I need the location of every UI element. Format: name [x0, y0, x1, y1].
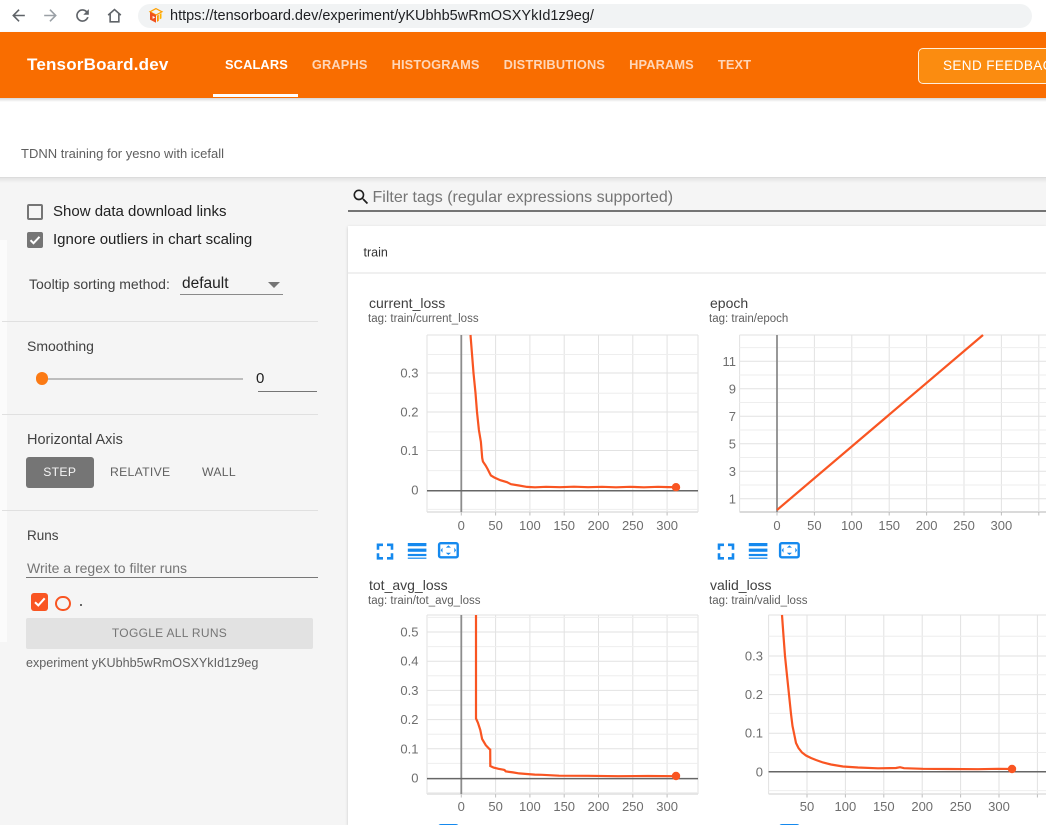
- svg-text:100: 100: [841, 518, 863, 533]
- svg-text:11: 11: [723, 354, 737, 369]
- svg-text:150: 150: [873, 799, 895, 814]
- svg-text:300: 300: [656, 799, 678, 814]
- svg-text:150: 150: [878, 518, 900, 533]
- svg-text:0: 0: [411, 483, 418, 498]
- svg-text:tag: train/epoch: tag: train/epoch: [709, 313, 788, 325]
- svg-text:150: 150: [553, 518, 575, 533]
- svg-text:0.5: 0.5: [400, 625, 418, 640]
- svg-text:200: 200: [916, 518, 938, 533]
- svg-text:0.1: 0.1: [400, 443, 418, 458]
- svg-text:50: 50: [488, 799, 502, 814]
- svg-text:100: 100: [519, 799, 541, 814]
- svg-text:100: 100: [835, 799, 857, 814]
- svg-text:tag: train/tot_avg_loss: tag: train/tot_avg_loss: [368, 595, 481, 607]
- svg-text:250: 250: [622, 518, 644, 533]
- svg-text:tag: train/valid_loss: tag: train/valid_loss: [709, 595, 808, 607]
- svg-text:tag: train/current_loss: tag: train/current_loss: [368, 313, 479, 325]
- svg-text:0.3: 0.3: [400, 683, 418, 698]
- svg-text:100: 100: [519, 518, 541, 533]
- svg-text:0.4: 0.4: [400, 654, 418, 669]
- svg-text:150: 150: [553, 799, 575, 814]
- svg-text:200: 200: [588, 518, 610, 533]
- svg-text:300: 300: [991, 518, 1013, 533]
- svg-text:7: 7: [729, 409, 736, 424]
- svg-text:50: 50: [800, 799, 814, 814]
- svg-text:3: 3: [729, 464, 736, 479]
- svg-text:50: 50: [807, 518, 821, 533]
- svg-text:tot_avg_loss: tot_avg_loss: [369, 577, 448, 593]
- svg-text:9: 9: [729, 381, 736, 396]
- svg-text:0.2: 0.2: [400, 405, 418, 420]
- svg-text:0: 0: [411, 771, 418, 786]
- svg-text:250: 250: [953, 518, 975, 533]
- svg-text:0.2: 0.2: [745, 687, 763, 702]
- svg-text:250: 250: [950, 799, 972, 814]
- svg-text:epoch: epoch: [710, 295, 748, 311]
- svg-text:250: 250: [622, 799, 644, 814]
- svg-text:0.1: 0.1: [745, 726, 763, 741]
- svg-text:50: 50: [488, 518, 502, 533]
- svg-text:0: 0: [773, 518, 780, 533]
- svg-text:current_loss: current_loss: [369, 295, 445, 311]
- svg-text:0.3: 0.3: [745, 649, 763, 664]
- svg-text:5: 5: [729, 436, 736, 451]
- svg-text:300: 300: [988, 799, 1010, 814]
- svg-text:0: 0: [458, 799, 465, 814]
- svg-text:200: 200: [588, 799, 610, 814]
- svg-text:valid_loss: valid_loss: [710, 577, 771, 593]
- svg-text:0: 0: [756, 764, 763, 779]
- svg-text:train: train: [364, 246, 388, 260]
- svg-text:1: 1: [729, 491, 736, 506]
- svg-text:0.3: 0.3: [400, 366, 418, 381]
- svg-text:0.1: 0.1: [400, 741, 418, 756]
- svg-text:300: 300: [656, 518, 678, 533]
- svg-text:200: 200: [911, 799, 933, 814]
- svg-text:0.2: 0.2: [400, 712, 418, 727]
- svg-text:0: 0: [458, 518, 465, 533]
